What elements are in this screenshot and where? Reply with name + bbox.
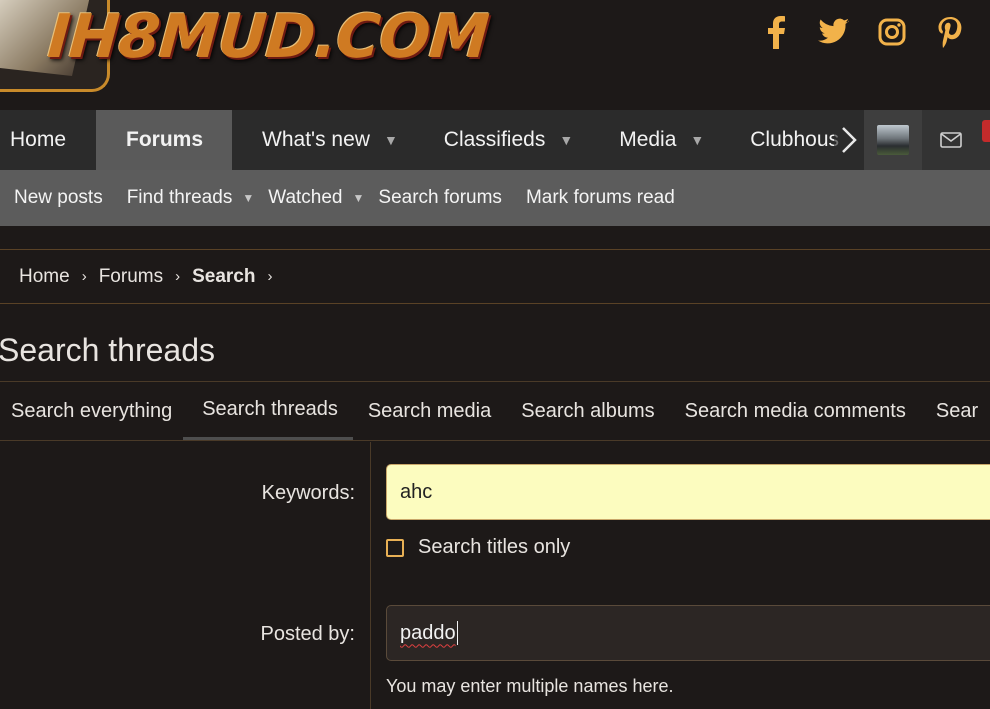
social-links <box>760 14 966 50</box>
facebook-icon[interactable] <box>760 14 792 50</box>
posted-by-hint: You may enter multiple names here. <box>386 676 674 696</box>
nav-tab-label: Clubhous <box>750 128 839 151</box>
subnav-watched[interactable]: Watched ▼ <box>268 187 364 209</box>
nav-tab-label: Home <box>10 128 67 151</box>
tab-label: Search media comments <box>684 399 906 422</box>
nav-tab-forums[interactable]: Forums <box>96 110 233 170</box>
search-form: Keywords: ahc Search titles only Posted … <box>0 442 990 709</box>
nav-tab-label: What's new <box>262 128 370 151</box>
subnav-label: Mark forums read <box>525 187 675 208</box>
tab-search-media-comments[interactable]: Search media comments <box>670 382 921 440</box>
sub-nav: New posts Find threads ▼ Watched ▼ Search … <box>0 170 990 226</box>
subnav-search-forums[interactable]: Search forums <box>378 187 502 209</box>
titles-only-option[interactable]: Search titles only <box>386 536 570 559</box>
tab-label: Search threads <box>202 398 338 420</box>
nav-scroll-right-icon[interactable] <box>834 110 864 170</box>
tab-label: Search albums <box>521 399 655 422</box>
breadcrumb-search[interactable]: Search <box>192 266 255 288</box>
subnav-label: Find threads <box>126 187 233 208</box>
chevron-down-icon[interactable]: ▼ <box>242 191 254 205</box>
keywords-label: Keywords: <box>261 482 355 504</box>
titles-only-label: Search titles only <box>418 536 571 558</box>
twitter-icon[interactable] <box>818 14 850 50</box>
tab-search-albums[interactable]: Search albums <box>506 382 669 440</box>
tab-search-media[interactable]: Search media <box>353 382 506 440</box>
subnav-label: Search forums <box>378 187 502 208</box>
nav-tab-classifieds[interactable]: Classifieds ▼ <box>422 110 597 170</box>
page: IH8MUD.COM Home Forums What's new ▼ Clas… <box>0 0 990 709</box>
pinterest-icon[interactable] <box>934 14 966 50</box>
tab-search-threads[interactable]: Search threads <box>183 382 353 440</box>
posted-by-input[interactable]: paddo <box>386 605 990 661</box>
keywords-input[interactable]: ahc <box>386 464 990 520</box>
instagram-icon[interactable] <box>876 14 908 50</box>
avatar-image <box>877 125 909 155</box>
chevron-right-icon: › <box>267 268 273 285</box>
chevron-right-icon: › <box>81 268 87 285</box>
tab-label: Search everything <box>11 399 173 422</box>
posted-by-label: Posted by: <box>260 623 355 645</box>
subnav-label: Watched <box>268 187 343 208</box>
site-logo[interactable]: IH8MUD.COM <box>0 0 491 92</box>
text-cursor <box>456 621 458 645</box>
subnav-find-threads[interactable]: Find threads ▼ <box>127 187 255 209</box>
nav-tab-label: Classifieds <box>443 128 546 151</box>
breadcrumb-home[interactable]: Home <box>19 266 70 288</box>
nav-tab-label: Forums <box>126 128 204 151</box>
nav-tab-label: Media <box>619 128 677 151</box>
user-nav <box>864 110 990 170</box>
chevron-down-icon[interactable]: ▼ <box>353 191 365 205</box>
breadcrumb-forums[interactable]: Forums <box>99 266 163 288</box>
subnav-label: New posts <box>14 187 103 208</box>
tab-search-more[interactable]: Sear <box>921 382 978 440</box>
nav-tab-whats-new[interactable]: What's new ▼ <box>232 110 422 170</box>
tab-label: Sear <box>935 399 979 422</box>
chevron-right-icon: › <box>175 268 181 285</box>
tab-label: Search media <box>367 399 492 422</box>
titles-only-checkbox[interactable] <box>386 538 404 557</box>
site-header: IH8MUD.COM <box>0 0 990 110</box>
page-title: Search threads <box>0 332 216 368</box>
tab-search-everything[interactable]: Search everything <box>0 382 183 440</box>
nav-tab-clubhouse[interactable]: Clubhous <box>728 110 839 170</box>
chevron-down-icon[interactable]: ▼ <box>384 132 398 148</box>
posted-by-value: paddo <box>400 621 456 644</box>
chevron-down-icon[interactable]: ▼ <box>559 132 573 148</box>
logo-text: IH8MUD.COM <box>45 2 491 72</box>
chevron-down-icon[interactable]: ▼ <box>690 132 704 148</box>
breadcrumb: Home › Forums › Search › <box>0 249 990 304</box>
search-tabs: Search everything Search threads Search … <box>0 381 990 441</box>
nav-tab-home[interactable]: Home <box>0 110 96 170</box>
nav-tab-media[interactable]: Media ▼ <box>597 110 728 170</box>
keywords-value: ahc <box>400 480 433 503</box>
inbox-icon[interactable] <box>922 110 980 170</box>
account-avatar[interactable] <box>864 110 922 170</box>
form-divider <box>370 442 371 709</box>
subnav-new-posts[interactable]: New posts <box>14 187 103 209</box>
alerts-icon[interactable] <box>980 110 990 170</box>
subnav-mark-forums-read[interactable]: Mark forums read <box>526 187 675 209</box>
